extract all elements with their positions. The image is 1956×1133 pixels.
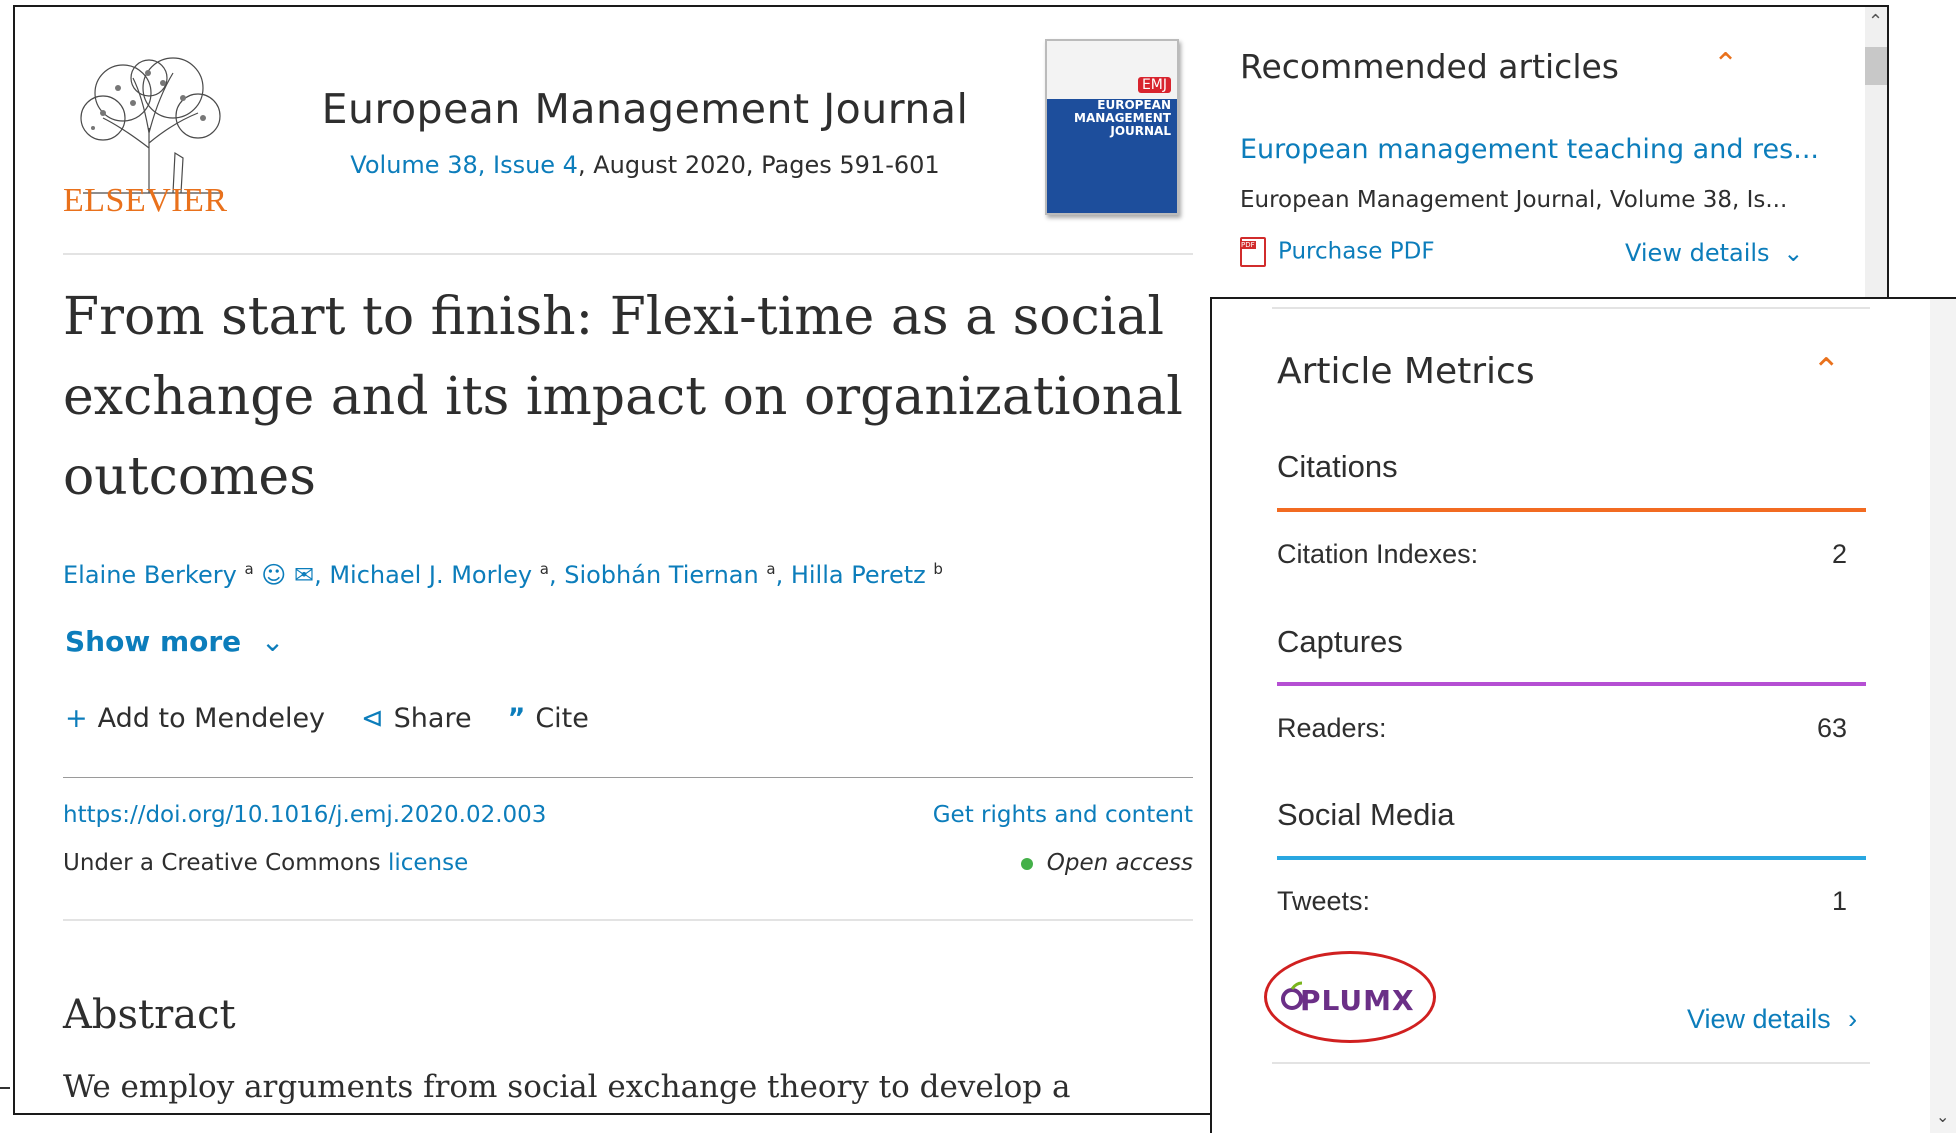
metrics-heading: Article Metrics (1277, 351, 1535, 392)
view-details-label: View details (1625, 239, 1770, 267)
add-to-mendeley-button[interactable]: + Add to Mendeley (65, 703, 325, 734)
readers-value: 63 (1816, 713, 1847, 743)
author-list: Elaine Berkery a ☺ ✉, Michael J. Morley … (63, 560, 943, 589)
tweets-label: Tweets: (1277, 886, 1371, 916)
article-title: From start to finish: Flexi-time as a so… (63, 287, 1183, 507)
cover-badge: EMJ (1137, 77, 1171, 93)
plumx-wordmark: PLUMX (1300, 984, 1415, 1017)
cite-label: Cite (535, 703, 589, 734)
author-link[interactable]: Hilla Peretz (791, 561, 926, 589)
purchase-pdf-label: Purchase PDF (1278, 238, 1435, 265)
author-affiliation: a (539, 560, 549, 578)
author-affiliation: a (766, 560, 776, 578)
scroll-down-icon[interactable]: ⌄ (1936, 1107, 1949, 1127)
pdf-icon (1240, 237, 1266, 267)
issue-date-pages: , August 2020, Pages 591-601 (577, 151, 940, 179)
journal-title[interactable]: European Management Journal (315, 85, 975, 133)
chevron-down-icon: ⌄ (260, 625, 285, 658)
edge-mark (0, 1087, 10, 1089)
citations-heading: Citations (1277, 449, 1398, 484)
article-metrics-panel: Article Metrics ⌃ Citations Citation Ind… (1210, 297, 1956, 1133)
citations-bar (1277, 508, 1866, 512)
metrics-view-details-button[interactable]: View details › (1687, 1004, 1857, 1035)
view-details-button[interactable]: View details ⌄ (1625, 239, 1803, 267)
issue-link[interactable]: Volume 38, Issue 4 (350, 151, 578, 179)
show-more-button[interactable]: Show more ⌄ (65, 625, 284, 658)
issue-info: Volume 38, Issue 4, August 2020, Pages 5… (315, 151, 975, 179)
chevron-up-icon[interactable]: ⌃ (1713, 47, 1738, 82)
open-access-dot-icon (1020, 857, 1033, 870)
envelope-icon[interactable]: ✉ (294, 561, 314, 589)
open-access-badge: Open access (915, 850, 1193, 876)
share-icon: ⊲ (361, 703, 384, 734)
readers-label: Readers: (1277, 713, 1387, 743)
actions-divider (63, 777, 1193, 778)
scroll-thumb[interactable] (1865, 47, 1887, 85)
license-text: Under a Creative Commons (63, 850, 388, 876)
social-media-heading: Social Media (1277, 797, 1455, 832)
chevron-down-icon: ⌄ (1783, 239, 1804, 267)
plus-icon: + (65, 703, 88, 734)
author-link[interactable]: Elaine Berkery (63, 561, 237, 589)
doi-link[interactable]: https://doi.org/10.1016/j.emj.2020.02.00… (63, 802, 546, 828)
author-affiliation: a (244, 560, 254, 578)
abstract-heading: Abstract (63, 992, 236, 1038)
meta-divider (63, 919, 1193, 921)
header-divider (63, 253, 1193, 255)
show-more-label: Show more (65, 625, 242, 658)
elsevier-wordmark[interactable]: ELSEVIER (63, 182, 228, 220)
captures-heading: Captures (1277, 624, 1403, 659)
cite-button[interactable]: ” Cite (508, 703, 589, 734)
license-info: Under a Creative Commons license (63, 850, 468, 876)
tweets-value: 1 (1831, 886, 1847, 916)
social-media-bar (1277, 856, 1866, 860)
citation-indexes-value: 2 (1831, 539, 1847, 569)
citation-indexes-label: Citation Indexes: (1277, 539, 1479, 569)
scroll-up-icon[interactable]: ⌃ (1868, 11, 1883, 32)
article-actions: + Add to Mendeley ⊲ Share ” Cite (65, 703, 589, 734)
share-button[interactable]: ⊲ Share (361, 703, 472, 734)
chevron-up-icon[interactable]: ⌃ (1812, 351, 1841, 391)
cover-caption: EUROPEAN MANAGEMENT JOURNAL (1074, 98, 1171, 138)
open-access-label: Open access (1046, 850, 1193, 876)
metrics-top-divider (1272, 307, 1870, 309)
plumx-logo[interactable]: PLUMX (1300, 984, 1415, 1017)
license-link[interactable]: license (388, 850, 468, 876)
sidebar-scrollbar[interactable]: ⌃ (1865, 7, 1887, 307)
quote-icon: ” (507, 703, 526, 734)
purchase-pdf-link[interactable]: Purchase PDF (1240, 237, 1435, 267)
share-label: Share (393, 703, 472, 734)
author-link[interactable]: Michael J. Morley (329, 561, 532, 589)
author-affiliation: b (933, 560, 943, 578)
rights-link[interactable]: Get rights and content (895, 802, 1193, 828)
mendeley-label: Add to Mendeley (97, 703, 326, 734)
metrics-bottom-divider (1272, 1062, 1870, 1064)
recommended-article-source: European Management Journal, Volume 38, … (1240, 187, 1788, 213)
captures-bar (1277, 682, 1866, 686)
abstract-text: We employ arguments from social exchange… (63, 1069, 1071, 1105)
journal-cover-image[interactable]: EMJ EUROPEAN MANAGEMENT JOURNAL (1045, 39, 1179, 215)
author-link[interactable]: Siobhán Tiernan (564, 561, 759, 589)
recommended-heading: Recommended articles (1240, 47, 1619, 86)
chevron-right-icon: › (1848, 1004, 1858, 1034)
metrics-view-details-label: View details (1687, 1004, 1831, 1034)
recommended-article-link[interactable]: European management teaching and res... (1240, 134, 1819, 165)
metrics-scrollbar[interactable]: ⌄ (1930, 299, 1956, 1133)
person-icon[interactable]: ☺ (261, 561, 286, 589)
